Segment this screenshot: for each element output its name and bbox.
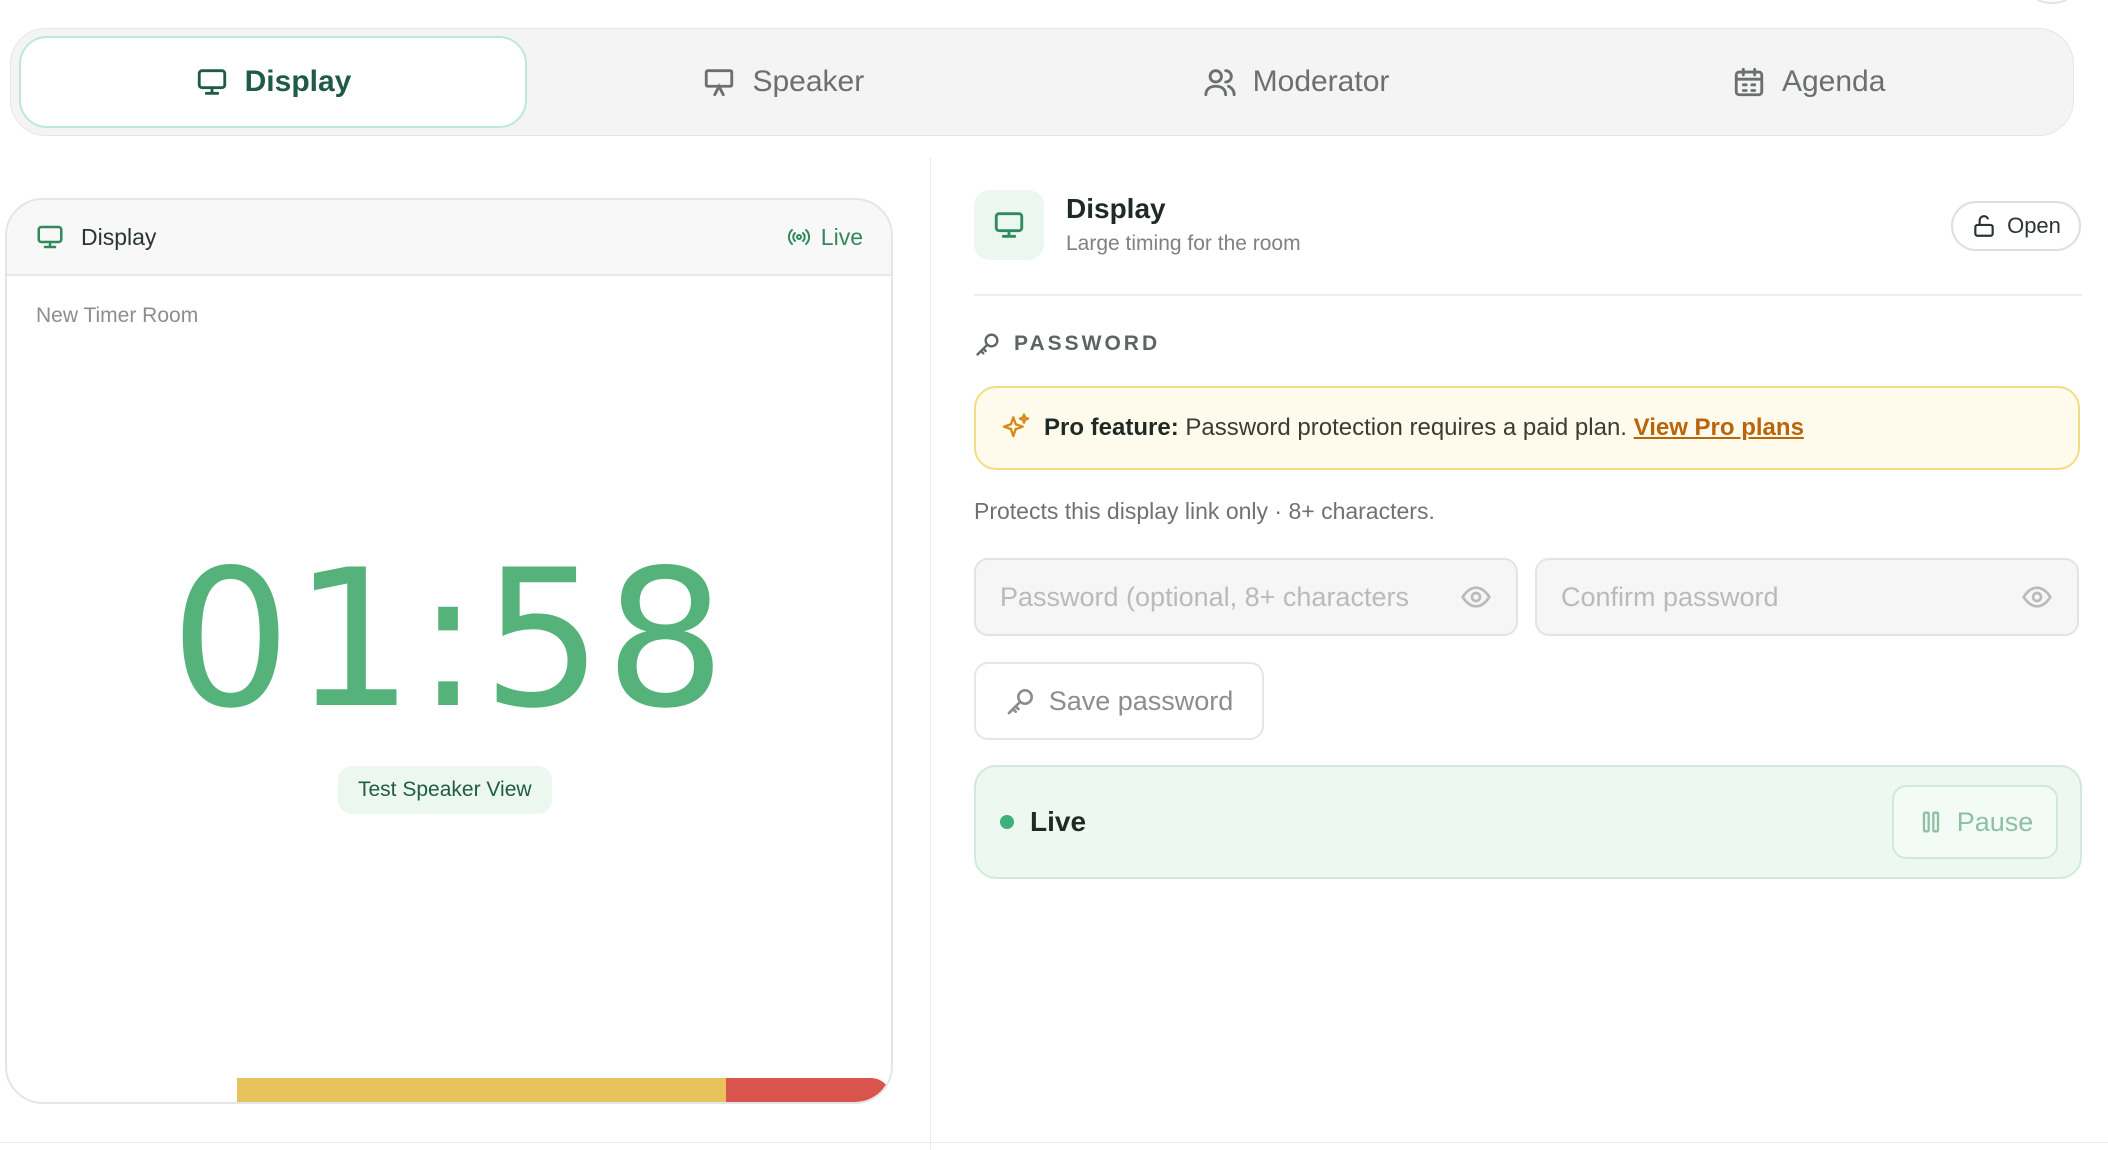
column-divider: [930, 158, 931, 1150]
tab-moderator[interactable]: Moderator: [1040, 36, 1553, 128]
live-indicator: Live: [787, 224, 863, 251]
presentation-icon: [705, 69, 734, 97]
unlock-icon: [1974, 215, 1994, 237]
calendar-icon: [1734, 67, 1764, 97]
key-icon: [1007, 689, 1033, 715]
progress-danger-segment: [726, 1078, 891, 1102]
pro-feature-label: Pro feature:: [1044, 414, 1179, 441]
live-dot-icon: [1000, 815, 1014, 829]
save-password-label: Save password: [1048, 685, 1234, 716]
section-divider: [974, 294, 2082, 296]
display-preview-card: Display Live New Timer Room 01:58 Test S…: [5, 198, 893, 1104]
broadcast-icon: [787, 229, 810, 245]
key-icon: [976, 333, 999, 356]
live-label: Live: [820, 223, 863, 250]
eye-icon[interactable]: [2021, 581, 2053, 613]
room-name: New Timer Room: [36, 304, 199, 327]
password-placeholder: Password (optional, 8+ characters: [1000, 581, 1409, 612]
monitor-icon: [37, 225, 63, 249]
eye-icon[interactable]: [1460, 581, 1492, 613]
time-progress-bar: [237, 1078, 891, 1102]
sparkles-icon: [1002, 413, 1030, 438]
password-input[interactable]: Password (optional, 8+ characters: [974, 558, 1518, 636]
confirm-password-placeholder: Confirm password: [1561, 581, 1779, 612]
users-icon: [1204, 69, 1236, 97]
pro-feature-banner: Pro feature: Password protection require…: [974, 386, 2080, 470]
preview-header: Display Live: [7, 200, 891, 276]
password-section-label: PASSWORD: [1014, 332, 1161, 355]
preview-title: Display: [81, 223, 157, 250]
panel-subtitle: Large timing for the room: [1066, 232, 1301, 255]
profile-avatar-edge[interactable]: [2024, 0, 2080, 4]
tab-agenda[interactable]: Agenda: [1552, 36, 2065, 128]
open-button[interactable]: Open: [1951, 201, 2081, 251]
protects-hint: Protects this display link only · 8+ cha…: [974, 498, 1435, 524]
tab-display[interactable]: Display: [19, 36, 527, 128]
test-speaker-view-button[interactable]: Test Speaker View: [338, 766, 552, 814]
monitor-icon: [994, 212, 1024, 238]
pro-feature-text: Password protection requires a paid plan…: [1178, 414, 1634, 441]
confirm-password-input[interactable]: Confirm password: [1535, 558, 2079, 636]
view-pro-plans-link[interactable]: View Pro plans: [1634, 414, 1804, 441]
countdown-timer: 01:58: [170, 529, 728, 750]
monitor-icon: [197, 69, 226, 95]
panel-title: Display: [1066, 193, 1166, 224]
tab-speaker[interactable]: Speaker: [527, 36, 1040, 128]
pause-button[interactable]: Pause: [1892, 785, 2058, 859]
tab-label: Speaker: [752, 65, 865, 98]
live-status-label: Live: [1030, 806, 1087, 837]
tab-label: Moderator: [1252, 65, 1390, 98]
tab-label: Agenda: [1781, 65, 1886, 98]
password-section-heading: PASSWORD: [974, 330, 1160, 358]
save-password-button[interactable]: Save password: [974, 662, 1264, 740]
bottom-divider: [0, 1142, 2108, 1143]
progress-warning-segment: [237, 1078, 726, 1102]
tab-label: Display: [244, 65, 352, 98]
open-label: Open: [2007, 213, 2061, 238]
pause-icon: [1922, 811, 1939, 833]
live-status-bar: Live Pause: [974, 765, 2082, 879]
pause-label: Pause: [1956, 806, 2034, 837]
view-tabbar: Display Speaker Moderator Agenda: [10, 28, 2074, 136]
display-panel-icon: [974, 190, 1044, 260]
